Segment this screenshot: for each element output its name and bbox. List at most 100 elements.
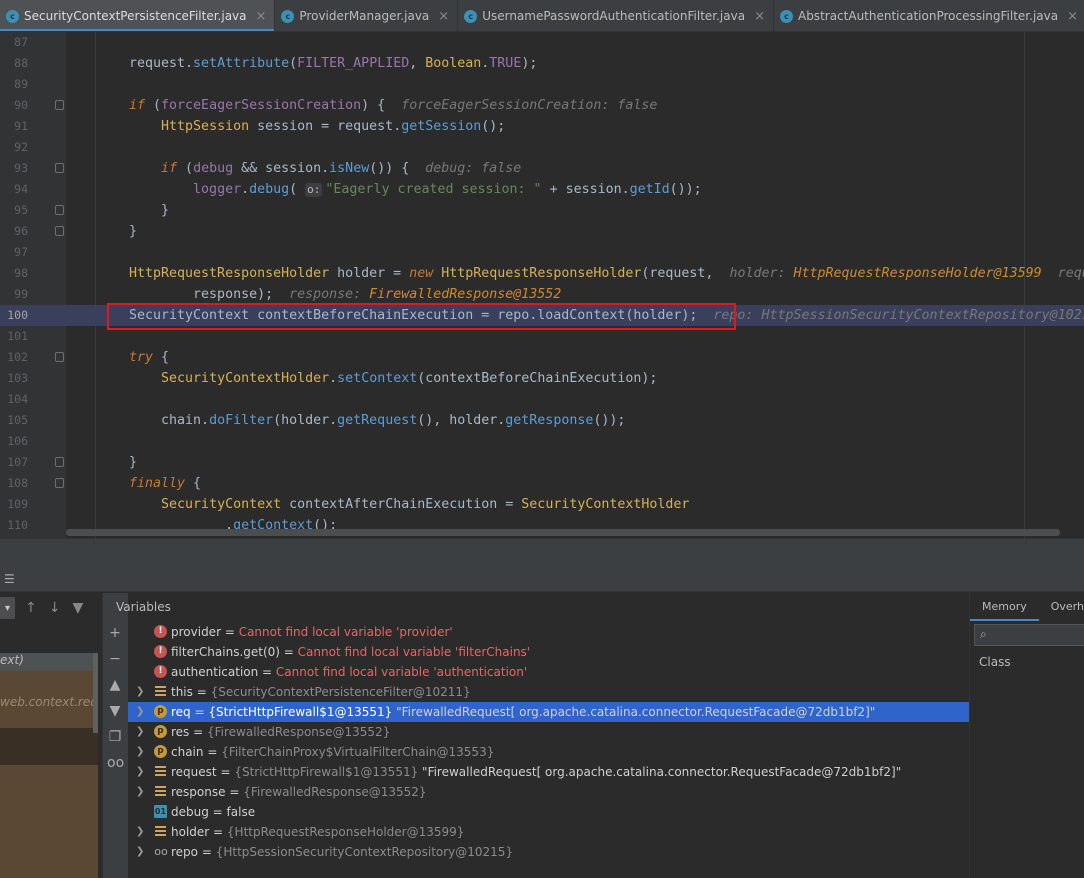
expand-chevron-icon[interactable]: ❯ bbox=[136, 742, 144, 762]
variable-row[interactable]: ! filterChains.get(0) = Cannot find local… bbox=[128, 642, 969, 662]
line-number[interactable]: 88 bbox=[0, 53, 28, 74]
variable-row[interactable]: ❯ this = {SecurityContextPersistenceFilte… bbox=[128, 682, 969, 702]
show-watches-icon[interactable]: oo bbox=[107, 755, 124, 771]
line-number[interactable]: 103 bbox=[0, 368, 28, 389]
variable-row[interactable]: 01 debug = false bbox=[128, 802, 969, 822]
expand-chevron-icon[interactable]: ❯ bbox=[136, 822, 144, 842]
add-watch-icon[interactable]: + bbox=[107, 625, 123, 641]
tab-overhead[interactable]: Overhe bbox=[1039, 593, 1084, 621]
code-line[interactable]: 89 bbox=[0, 74, 1084, 95]
line-number[interactable]: 89 bbox=[0, 74, 28, 95]
frames-scrollbar[interactable] bbox=[93, 653, 98, 733]
line-number[interactable]: 108 bbox=[0, 473, 28, 494]
line-number[interactable]: 107 bbox=[0, 452, 28, 473]
line-number[interactable]: 96 bbox=[0, 221, 28, 242]
code-line[interactable]: 104 bbox=[0, 389, 1084, 410]
close-icon[interactable]: × bbox=[438, 9, 449, 24]
code-line[interactable]: 95 } bbox=[0, 200, 1084, 221]
close-icon[interactable]: × bbox=[256, 9, 267, 24]
code-line[interactable]: 93 if (debug && session.isNew()) { debug… bbox=[0, 158, 1084, 179]
line-number[interactable]: 99 bbox=[0, 284, 28, 305]
expand-chevron-icon[interactable]: ❯ bbox=[136, 762, 144, 782]
move-down-icon[interactable]: ▼ bbox=[107, 703, 123, 719]
variable-row[interactable]: ❯ p req = {StrictHttpFirewall$1@13551} "Fi… bbox=[128, 702, 969, 722]
thread-dropdown-button[interactable]: ▾ bbox=[0, 597, 15, 619]
editor-tab[interactable]: c UsernamePasswordAuthenticationFilter.ja… bbox=[458, 0, 774, 31]
move-up-icon[interactable]: ▲ bbox=[107, 677, 123, 693]
line-number[interactable]: 110 bbox=[0, 515, 28, 536]
layout-settings-icon[interactable]: ☰ bbox=[4, 572, 15, 586]
variable-row[interactable]: ! provider = Cannot find local variable '… bbox=[128, 622, 969, 642]
editor-tab[interactable]: c ProviderManager.java × bbox=[275, 0, 459, 31]
editor-tab[interactable]: c SecurityContextPersistenceFilter.java × bbox=[0, 0, 276, 31]
line-number[interactable]: 97 bbox=[0, 242, 28, 263]
code-editor[interactable]: 87 88 request.setAttribute(FILTER_APPLIED,… bbox=[0, 32, 1084, 538]
line-number[interactable]: 94 bbox=[0, 179, 28, 200]
code-line[interactable]: 94 logger.debug( o: "Eagerly created sess… bbox=[0, 179, 1084, 200]
code-line[interactable]: 92 bbox=[0, 137, 1084, 158]
line-number[interactable]: 91 bbox=[0, 116, 28, 137]
line-number[interactable]: 101 bbox=[0, 326, 28, 347]
expand-chevron-icon[interactable]: ❯ bbox=[136, 682, 144, 702]
fold-marker-icon[interactable] bbox=[55, 205, 64, 215]
code-line[interactable]: 101 bbox=[0, 326, 1084, 347]
line-number[interactable]: 100 bbox=[0, 305, 28, 326]
class-search-input[interactable]: ⌕ bbox=[974, 624, 1084, 646]
line-number[interactable]: 93 bbox=[0, 158, 28, 179]
fold-marker-icon[interactable] bbox=[55, 163, 64, 173]
line-number[interactable]: 109 bbox=[0, 494, 28, 515]
line-number[interactable]: 104 bbox=[0, 389, 28, 410]
code-line[interactable]: 108 finally { bbox=[0, 473, 1084, 494]
fold-marker-icon[interactable] bbox=[55, 226, 64, 236]
close-icon[interactable]: × bbox=[1067, 9, 1078, 24]
frame-row[interactable]: web.context.reques bbox=[0, 671, 98, 728]
close-icon[interactable]: × bbox=[754, 9, 765, 24]
code-line[interactable]: 107} bbox=[0, 452, 1084, 473]
code-line[interactable]: 88 request.setAttribute(FILTER_APPLIED, B… bbox=[0, 53, 1084, 74]
copy-icon[interactable]: ❐ bbox=[107, 729, 123, 745]
code-line[interactable]: 87 bbox=[0, 32, 1084, 53]
expand-chevron-icon[interactable]: ❯ bbox=[136, 842, 144, 862]
line-number[interactable]: 92 bbox=[0, 137, 28, 158]
code-line[interactable]: 103 SecurityContextHolder.setContext(con… bbox=[0, 368, 1084, 389]
variable-row[interactable]: ❯ holder = {HttpRequestResponseHolder@135… bbox=[128, 822, 969, 842]
frame-row[interactable] bbox=[0, 765, 98, 878]
line-number[interactable]: 90 bbox=[0, 95, 28, 116]
tab-memory[interactable]: Memory bbox=[970, 593, 1039, 621]
line-number[interactable]: 87 bbox=[0, 32, 28, 53]
code-line[interactable]: 105 chain.doFilter(holder.getRequest(), … bbox=[0, 410, 1084, 431]
frame-row[interactable] bbox=[0, 728, 98, 765]
fold-marker-icon[interactable] bbox=[55, 100, 64, 110]
up-arrow-icon[interactable]: ↑ bbox=[25, 600, 37, 616]
code-line[interactable]: 91 HttpSession session = request.getSess… bbox=[0, 116, 1084, 137]
line-number[interactable]: 102 bbox=[0, 347, 28, 368]
filter-icon[interactable]: ▼ bbox=[72, 600, 83, 616]
expand-chevron-icon[interactable]: ❯ bbox=[136, 782, 144, 802]
line-number[interactable]: 106 bbox=[0, 431, 28, 452]
fold-marker-icon[interactable] bbox=[55, 478, 64, 488]
code-line[interactable]: 109 SecurityContext contextAfterChainExe… bbox=[0, 494, 1084, 515]
frame-row[interactable]: ext) bbox=[0, 653, 98, 673]
variable-row[interactable]: ❯ request = {StrictHttpFirewall$1@13551} … bbox=[128, 762, 969, 782]
code-line[interactable]: 90 if (forceEagerSessionCreation) { force… bbox=[0, 95, 1084, 116]
line-number[interactable]: 98 bbox=[0, 263, 28, 284]
variable-row[interactable]: ❯ p res = {FirewalledResponse@13552} bbox=[128, 722, 969, 742]
variable-row[interactable]: ! authentication = Cannot find local vari… bbox=[128, 662, 969, 682]
down-arrow-icon[interactable]: ↓ bbox=[49, 600, 61, 616]
editor-tab[interactable]: c AbstractAuthenticationProcessingFilter.… bbox=[774, 0, 1084, 31]
code-line[interactable]: 97 bbox=[0, 242, 1084, 263]
remove-watch-icon[interactable]: − bbox=[107, 651, 123, 667]
code-line[interactable]: 106 bbox=[0, 431, 1084, 452]
line-number[interactable]: 105 bbox=[0, 410, 28, 431]
variable-row[interactable]: ❯ p chain = {FilterChainProxy$VirtualFilte… bbox=[128, 742, 969, 762]
code-line[interactable]: 100 SecurityContext contextBeforeChainExe… bbox=[0, 305, 1084, 326]
code-line[interactable]: 102 try { bbox=[0, 347, 1084, 368]
expand-chevron-icon[interactable]: ❯ bbox=[136, 722, 144, 742]
code-line[interactable]: 99 response); response: FirewalledRespon… bbox=[0, 284, 1084, 305]
horizontal-scrollbar[interactable] bbox=[66, 529, 1060, 536]
expand-chevron-icon[interactable]: ❯ bbox=[136, 702, 144, 722]
code-line[interactable]: 98 HttpRequestResponseHolder holder = new… bbox=[0, 263, 1084, 284]
fold-marker-icon[interactable] bbox=[55, 457, 64, 467]
line-number[interactable]: 95 bbox=[0, 200, 28, 221]
variable-row[interactable]: ❯ oo repo = {HttpSessionSecurityContextRep… bbox=[128, 842, 969, 862]
